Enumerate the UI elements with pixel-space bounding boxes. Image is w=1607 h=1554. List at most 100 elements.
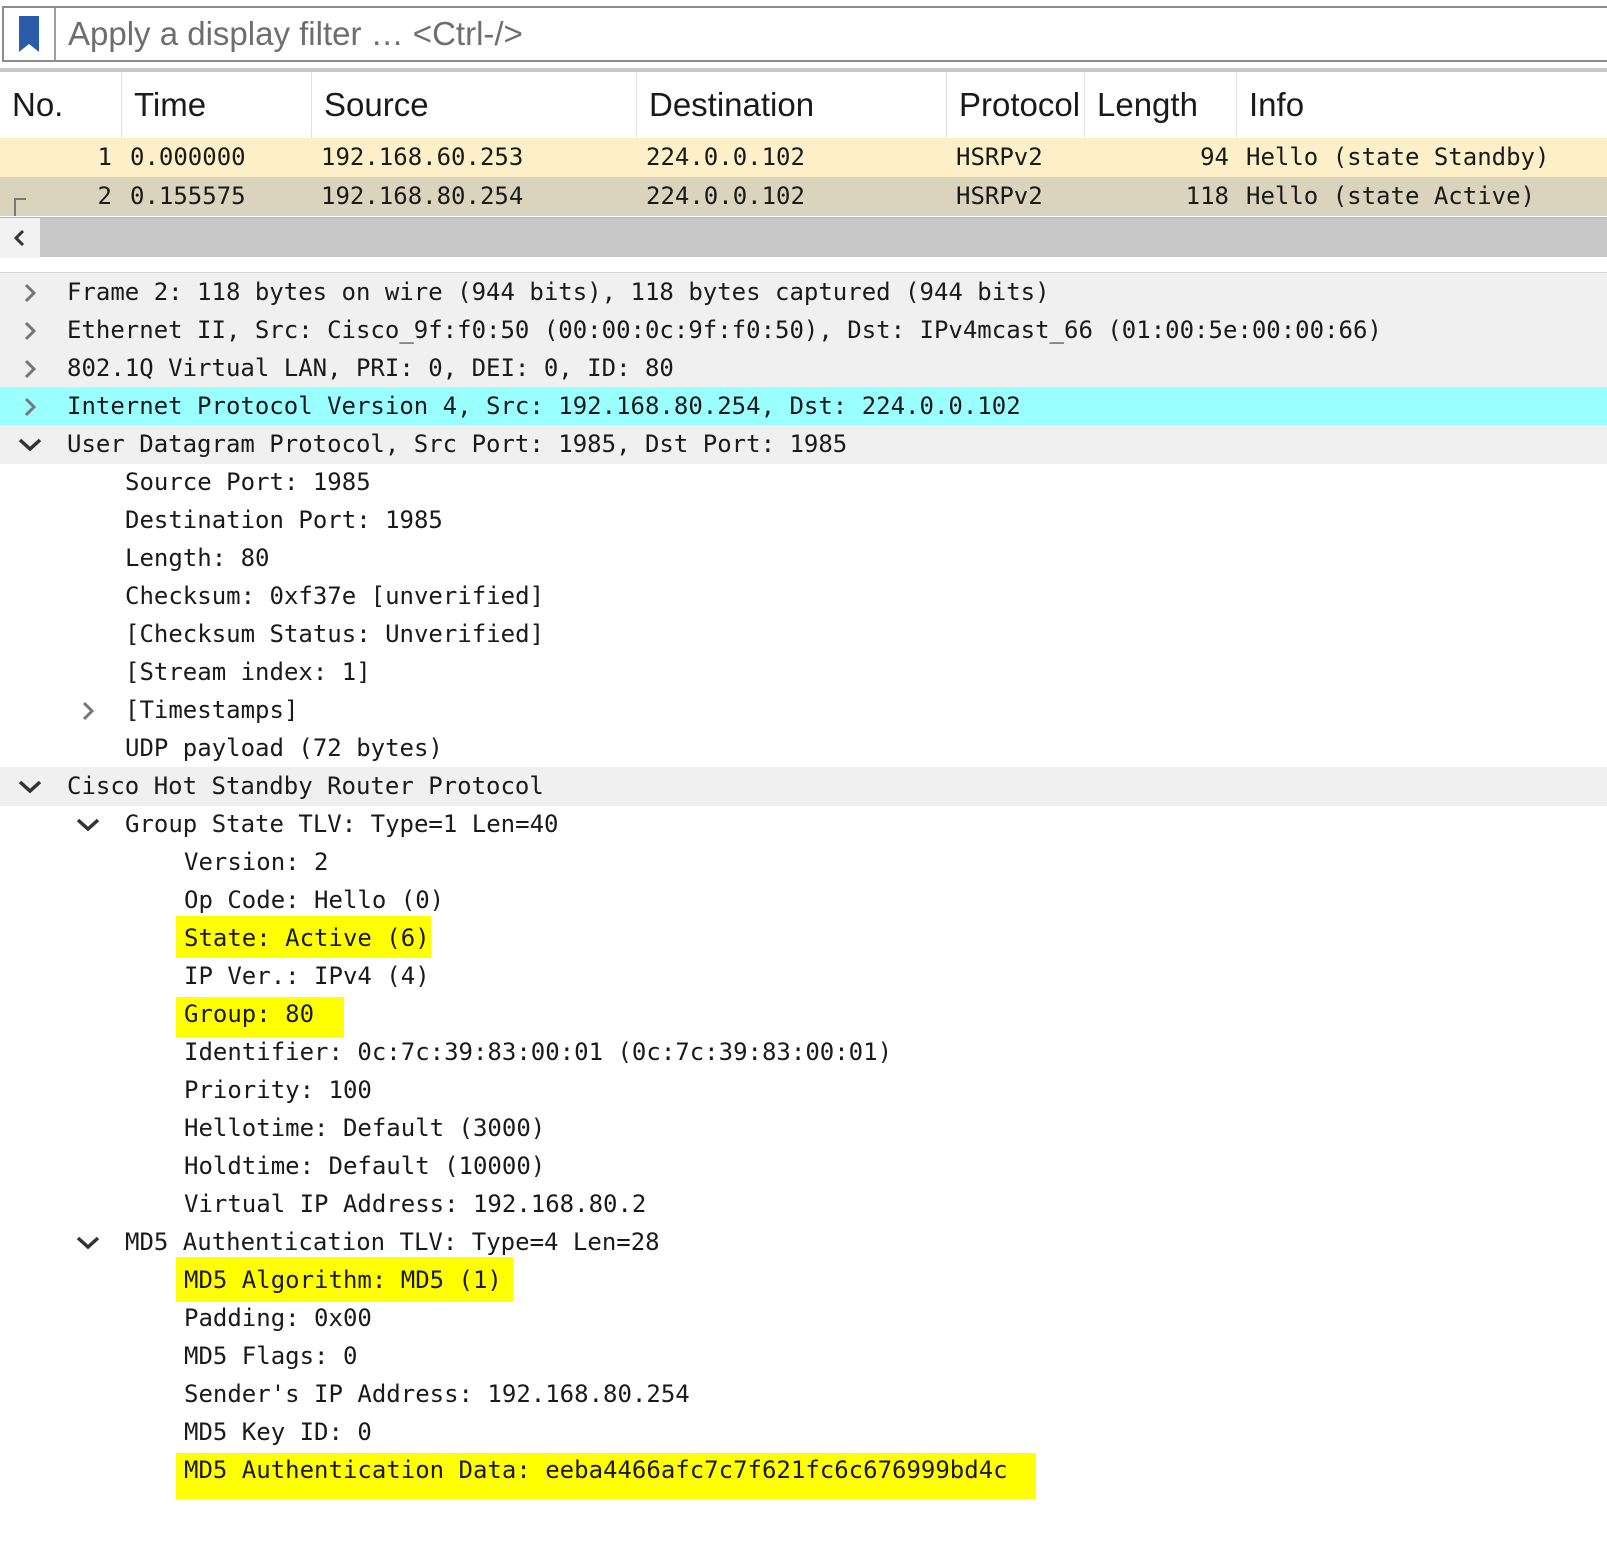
packet-no: 2: [97, 182, 112, 210]
packet-info: Hello (state Standby): [1246, 143, 1550, 171]
packet-destination: 224.0.0.102: [646, 143, 805, 171]
chevron-right-icon[interactable]: [12, 311, 48, 350]
horizontal-scrollbar[interactable]: [0, 217, 1607, 258]
tree-item-vlan[interactable]: 802.1Q Virtual LAN, PRI: 0, DEI: 0, ID: …: [0, 349, 1607, 388]
tree-item-label: 802.1Q Virtual LAN, PRI: 0, DEI: 0, ID: …: [67, 354, 674, 382]
packet-info: Hello (state Active): [1246, 182, 1535, 210]
tree-item-label: Destination Port: 1985: [125, 506, 443, 534]
tree-item-hsrp[interactable]: Cisco Hot Standby Router Protocol: [0, 767, 1607, 806]
tree-item-label: Cisco Hot Standby Router Protocol: [67, 772, 544, 800]
tree-item-label: Op Code: Hello (0): [184, 886, 445, 914]
tree-field-udp-payload[interactable]: UDP payload (72 bytes): [0, 729, 1607, 768]
chevron-right-icon[interactable]: [12, 387, 48, 426]
tree-item-label: Holdtime: Default (10000): [184, 1152, 546, 1180]
chevron-right-icon[interactable]: [12, 349, 48, 388]
tree-item-label: Identifier: 0c:7c:39:83:00:01 (0c:7c:39:…: [184, 1038, 893, 1066]
tree-field-md5-flags[interactable]: MD5 Flags: 0: [0, 1337, 1607, 1376]
column-header-time[interactable]: Time: [122, 72, 312, 138]
bookmark-icon[interactable]: [4, 8, 56, 60]
packet-row[interactable]: 1 0.000000 192.168.60.253 224.0.0.102 HS…: [0, 138, 1607, 177]
scroll-left-icon[interactable]: [0, 218, 40, 258]
tree-item-frame[interactable]: Frame 2: 118 bytes on wire (944 bits), 1…: [0, 273, 1607, 312]
tree-item-label: MD5 Algorithm: MD5 (1): [184, 1266, 502, 1294]
column-header-source[interactable]: Source: [312, 72, 637, 138]
tree-item-label: Sender's IP Address: 192.168.80.254: [184, 1380, 690, 1408]
packet-source: 192.168.60.253: [321, 143, 524, 171]
tree-item-label: MD5 Flags: 0: [184, 1342, 358, 1370]
tree-item-label: [Stream index: 1]: [125, 658, 371, 686]
tree-item-label: [Checksum Status: Unverified]: [125, 620, 545, 648]
column-header-no[interactable]: No.: [0, 72, 122, 138]
tree-field-md5-auth-data[interactable]: MD5 Authentication Data: eeba4466afc7c7f…: [0, 1451, 1607, 1501]
chevron-down-icon[interactable]: [12, 425, 48, 464]
tree-item-label: MD5 Key ID: 0: [184, 1418, 372, 1446]
packet-list-header: No. Time Source Destination Protocol Len…: [0, 72, 1607, 138]
tree-field-identifier[interactable]: Identifier: 0c:7c:39:83:00:01 (0c:7c:39:…: [0, 1033, 1607, 1072]
tree-item-label: Ethernet II, Src: Cisco_9f:f0:50 (00:00:…: [67, 316, 1382, 344]
tree-field-ip-ver[interactable]: IP Ver.: IPv4 (4): [0, 957, 1607, 996]
tree-item-label: Checksum: 0xf37e [unverified]: [125, 582, 545, 610]
packet-protocol: HSRPv2: [956, 143, 1043, 171]
tree-item-label: Length: 80: [125, 544, 270, 572]
tree-item-ipv4[interactable]: Internet Protocol Version 4, Src: 192.16…: [0, 387, 1607, 426]
display-filter-bar: [2, 6, 1607, 62]
tree-field-padding[interactable]: Padding: 0x00: [0, 1299, 1607, 1338]
chevron-down-icon[interactable]: [70, 1223, 106, 1262]
tree-field-stream-index[interactable]: [Stream index: 1]: [0, 653, 1607, 692]
tree-item-timestamps[interactable]: [Timestamps]: [0, 691, 1607, 730]
tree-field-destination-port[interactable]: Destination Port: 1985: [0, 501, 1607, 540]
tree-item-label: User Datagram Protocol, Src Port: 1985, …: [67, 430, 848, 458]
tree-item-label: Group State TLV: Type=1 Len=40: [125, 810, 559, 838]
tree-field-op-code[interactable]: Op Code: Hello (0): [0, 881, 1607, 920]
tree-item-label: MD5 Authentication Data: eeba4466afc7c7f…: [184, 1456, 1008, 1484]
tree-item-label: IP Ver.: IPv4 (4): [184, 962, 430, 990]
tree-item-label: Version: 2: [184, 848, 329, 876]
tree-item-label: Priority: 100: [184, 1076, 372, 1104]
tree-item-label: Virtual IP Address: 192.168.80.2: [184, 1190, 647, 1218]
tree-item-label: [Timestamps]: [125, 696, 299, 724]
tree-field-hellotime[interactable]: Hellotime: Default (3000): [0, 1109, 1607, 1148]
display-filter-input[interactable]: [56, 8, 1607, 60]
tree-item-label: Frame 2: 118 bytes on wire (944 bits), 1…: [67, 278, 1050, 306]
tree-field-sender-ip[interactable]: Sender's IP Address: 192.168.80.254: [0, 1375, 1607, 1414]
tree-field-length[interactable]: Length: 80: [0, 539, 1607, 578]
packet-no: 1: [97, 143, 112, 171]
column-header-info[interactable]: Info: [1237, 72, 1607, 138]
tree-item-label: State: Active (6): [184, 924, 430, 952]
packet-destination: 224.0.0.102: [646, 182, 805, 210]
tree-item-label: Padding: 0x00: [184, 1304, 372, 1332]
tree-item-label: UDP payload (72 bytes): [125, 734, 443, 762]
tree-field-checksum[interactable]: Checksum: 0xf37e [unverified]: [0, 577, 1607, 616]
packet-row-selected[interactable]: 2 0.155575 192.168.80.254 224.0.0.102 HS…: [0, 177, 1607, 216]
tree-field-priority[interactable]: Priority: 100: [0, 1071, 1607, 1110]
packet-length: 118: [1185, 182, 1229, 210]
packet-protocol: HSRPv2: [956, 182, 1043, 210]
chevron-down-icon[interactable]: [70, 805, 106, 844]
tree-field-md5-algorithm[interactable]: MD5 Algorithm: MD5 (1): [0, 1257, 1607, 1302]
tree-field-virtual-ip[interactable]: Virtual IP Address: 192.168.80.2: [0, 1185, 1607, 1224]
tree-field-source-port[interactable]: Source Port: 1985: [0, 463, 1607, 502]
chevron-right-icon[interactable]: [12, 273, 48, 312]
tree-field-checksum-status[interactable]: [Checksum Status: Unverified]: [0, 615, 1607, 654]
column-header-destination[interactable]: Destination: [637, 72, 947, 138]
tree-item-ethernet[interactable]: Ethernet II, Src: Cisco_9f:f0:50 (00:00:…: [0, 311, 1607, 350]
packet-time: 0.155575: [130, 182, 246, 210]
packet-source: 192.168.80.254: [321, 182, 524, 210]
tree-field-state[interactable]: State: Active (6): [0, 916, 1607, 958]
packet-length: 94: [1200, 143, 1229, 171]
chevron-down-icon[interactable]: [12, 767, 48, 806]
chevron-right-icon[interactable]: [70, 691, 106, 730]
tree-field-md5-key-id[interactable]: MD5 Key ID: 0: [0, 1413, 1607, 1452]
packet-time: 0.000000: [130, 143, 246, 171]
column-header-length[interactable]: Length: [1085, 72, 1237, 138]
tree-field-version[interactable]: Version: 2: [0, 843, 1607, 882]
tree-item-group-state-tlv[interactable]: Group State TLV: Type=1 Len=40: [0, 805, 1607, 844]
tree-item-label: Source Port: 1985: [125, 468, 371, 496]
tree-field-group[interactable]: Group: 80: [0, 995, 1607, 1037]
tree-item-label: Hellotime: Default (3000): [184, 1114, 546, 1142]
column-header-protocol[interactable]: Protocol: [947, 72, 1085, 138]
tree-item-label: Group: 80: [184, 1000, 315, 1028]
tree-item-label: Internet Protocol Version 4, Src: 192.16…: [67, 392, 1021, 420]
tree-field-holdtime[interactable]: Holdtime: Default (10000): [0, 1147, 1607, 1186]
tree-item-udp[interactable]: User Datagram Protocol, Src Port: 1985, …: [0, 425, 1607, 464]
